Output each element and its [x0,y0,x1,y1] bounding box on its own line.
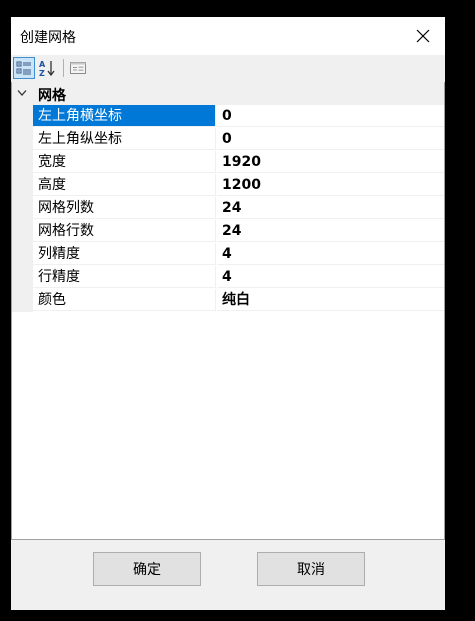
row-margin [12,151,33,174]
property-name[interactable]: 列精度 [33,243,216,265]
close-button[interactable] [401,17,445,55]
property-grid[interactable]: 网格 左上角横坐标 0 左上角纵坐标 0 宽度 1920 高度 1200 网格列… [11,82,445,540]
property-value[interactable]: 纯白 [217,289,444,311]
row-margin [12,243,33,266]
alphabetical-sort-button[interactable]: A Z [36,57,58,79]
ok-button[interactable]: 确定 [93,552,201,586]
property-pages-button[interactable] [67,57,89,79]
property-name[interactable]: 左上角纵坐标 [33,128,216,150]
row-margin [12,105,33,128]
property-value[interactable]: 4 [217,266,444,288]
property-row[interactable]: 行精度 4 [12,266,444,289]
property-name[interactable]: 左上角横坐标 [33,105,216,127]
chevron-down-icon[interactable] [17,89,27,97]
property-name[interactable]: 颜色 [33,289,216,311]
row-margin [12,289,33,312]
row-margin [12,174,33,197]
close-icon [416,29,430,43]
dialog-footer: 确定 取消 [11,540,445,610]
property-value[interactable]: 0 [217,128,444,150]
property-name[interactable]: 宽度 [33,151,216,173]
property-name[interactable]: 高度 [33,174,216,196]
row-margin [12,266,33,289]
property-name[interactable]: 网格行数 [33,220,216,242]
property-row[interactable]: 左上角横坐标 0 [12,105,444,128]
property-row[interactable]: 宽度 1920 [12,151,444,174]
property-value[interactable]: 1200 [217,174,444,196]
category-label: 网格 [38,88,66,104]
property-row[interactable]: 列精度 4 [12,243,444,266]
property-rows: 左上角横坐标 0 左上角纵坐标 0 宽度 1920 高度 1200 网格列数 2… [12,105,444,312]
categorized-view-button[interactable] [13,57,35,79]
row-margin [12,128,33,151]
property-value[interactable]: 24 [217,197,444,219]
property-value[interactable]: 0 [217,105,444,127]
property-row[interactable]: 高度 1200 [12,174,444,197]
property-name[interactable]: 行精度 [33,266,216,288]
property-value[interactable]: 4 [217,243,444,265]
create-grid-dialog: 创建网格 A Z 网格 左上角横坐标 0 左上角纵坐标 0 宽度 1920 高度… [11,17,445,610]
property-pages-icon [70,62,86,74]
alphabetical-sort-icon: A Z [39,60,55,77]
property-row[interactable]: 左上角纵坐标 0 [12,128,444,151]
categorized-view-icon [16,61,31,75]
property-grid-toolbar: A Z [11,55,445,81]
window-title: 创建网格 [20,30,76,46]
svg-text:Z: Z [39,69,45,77]
property-row[interactable]: 颜色 纯白 [12,289,444,312]
row-margin [12,220,33,243]
title-bar: 创建网格 [11,17,445,55]
property-value[interactable]: 1920 [217,151,444,173]
property-row[interactable]: 网格行数 24 [12,220,444,243]
property-name[interactable]: 网格列数 [33,197,216,219]
svg-text:A: A [39,60,46,69]
category-background [12,82,444,105]
category-row[interactable]: 网格 [12,82,444,105]
cancel-button[interactable]: 取消 [257,552,365,586]
property-row[interactable]: 网格列数 24 [12,197,444,220]
row-margin [12,197,33,220]
property-value[interactable]: 24 [217,220,444,242]
toolbar-separator [63,59,64,77]
